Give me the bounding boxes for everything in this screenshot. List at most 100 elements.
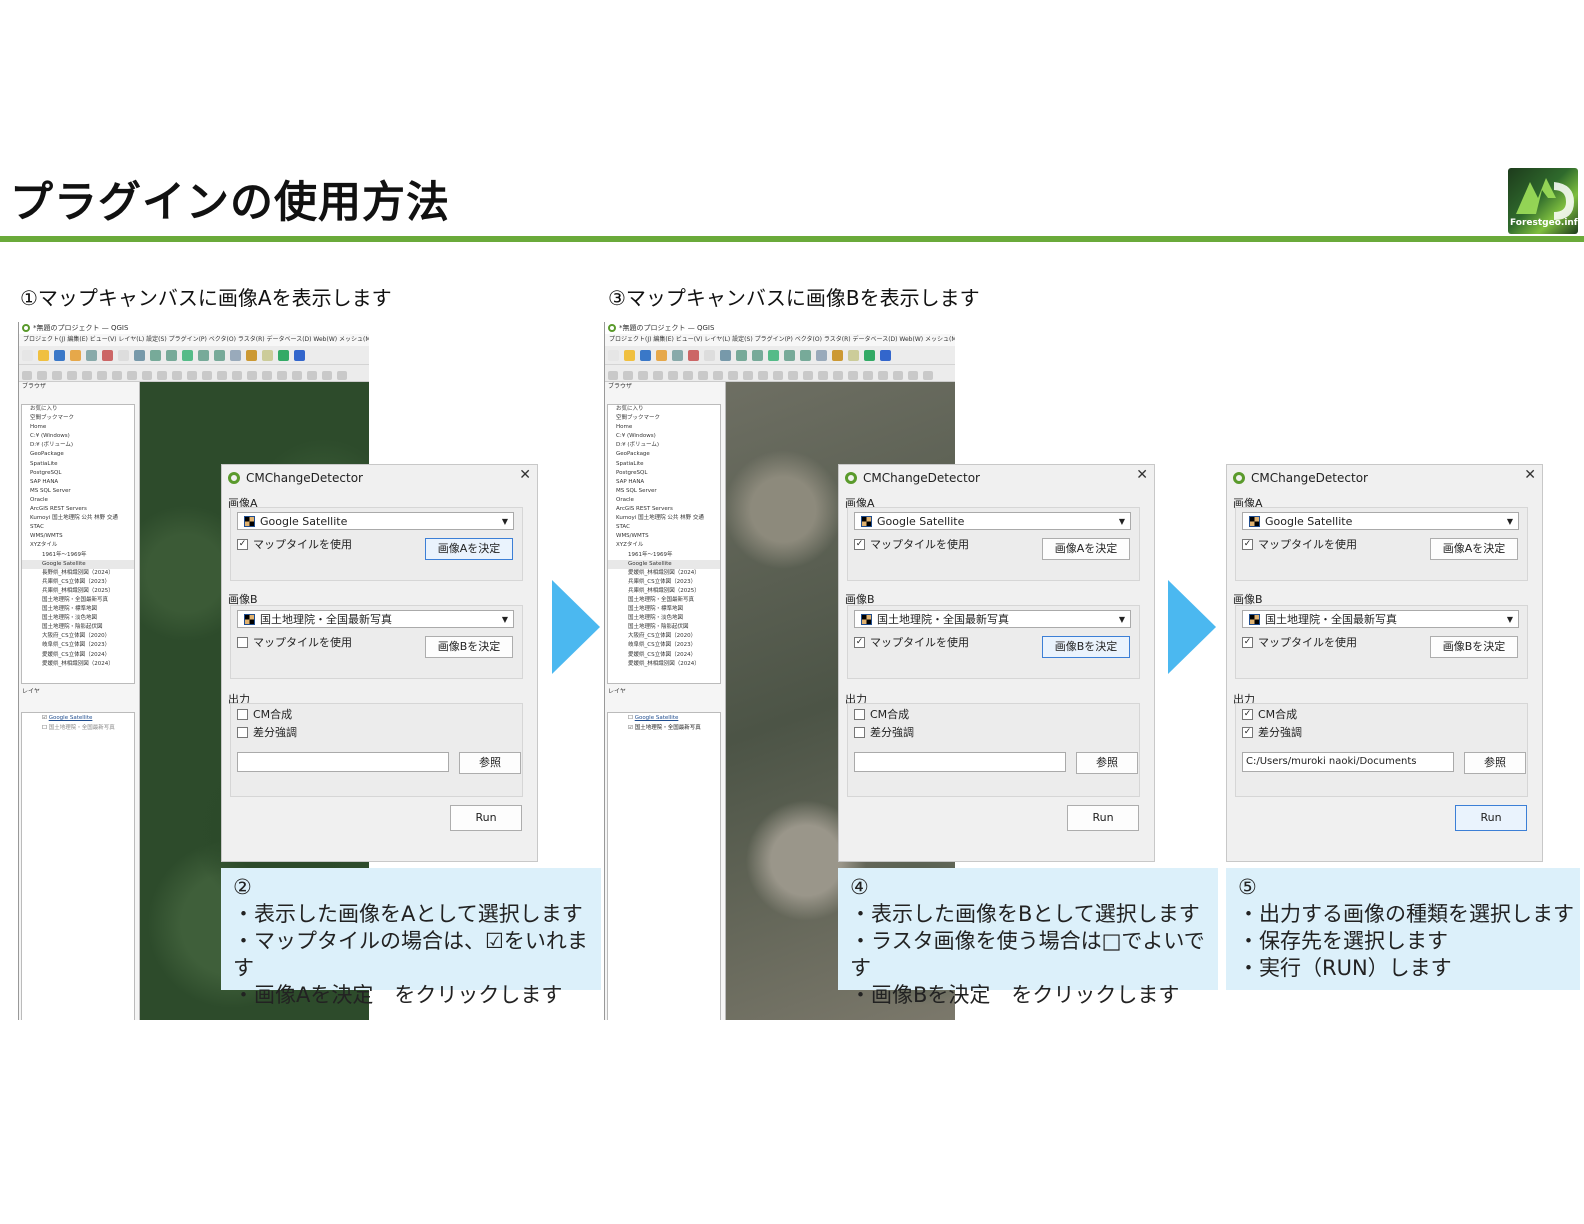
tree-item[interactable]: WMS/WMTS <box>608 532 720 541</box>
measure-icon[interactable] <box>262 350 273 361</box>
tree-item[interactable]: PostgreSQL <box>608 469 720 478</box>
zoom-layer-icon[interactable] <box>784 350 795 361</box>
use-map-tile-checkbox-b[interactable]: ✓ マップタイルを使用 <box>1242 636 1357 650</box>
xyz-item[interactable]: 国土地理院・全国最新写真 <box>22 596 134 605</box>
xyz-item[interactable]: Google Satellite <box>22 559 134 569</box>
tree-item[interactable]: MS SQL Server <box>608 487 720 496</box>
tree-item[interactable]: お気に入り <box>22 405 134 414</box>
cm-composite-checkbox[interactable]: CM合成 <box>237 708 292 722</box>
tree-item[interactable]: Kumoyi 国土地理院 公共 林野 交通 <box>22 514 134 523</box>
image-a-combo[interactable]: Google Satellite ▼ <box>854 512 1131 530</box>
tree-item[interactable]: GeoPackage <box>22 450 134 459</box>
decide-b-button[interactable]: 画像Bを決定 <box>1042 636 1130 658</box>
output-path-input[interactable] <box>237 752 449 772</box>
xyz-item[interactable]: 国土地理院・標準地図 <box>608 605 720 614</box>
tree-item[interactable]: Kumoyi 国土地理院 公共 林野 交通 <box>608 514 720 523</box>
xyz-item[interactable]: 1961年～1969年 <box>22 551 134 560</box>
print-icon[interactable] <box>656 350 667 361</box>
qgis-menubar[interactable]: プロジェクト(J) 編集(E) ビュー(V) レイヤ(L) 設定(S) プラグイ… <box>19 334 369 346</box>
close-icon[interactable]: ✕ <box>1136 467 1148 483</box>
select-icon[interactable] <box>278 350 289 361</box>
image-b-combo[interactable]: 国土地理院・全国最新写真 ▼ <box>237 610 514 628</box>
cm-composite-checkbox[interactable]: CM合成 <box>854 708 909 722</box>
attribute-table-icon[interactable] <box>880 350 891 361</box>
tree-item[interactable]: Oracle <box>608 496 720 505</box>
decide-b-button[interactable]: 画像Bを決定 <box>1430 636 1518 658</box>
select-icon[interactable] <box>864 350 875 361</box>
zoom-out-icon[interactable] <box>166 350 177 361</box>
xyz-item[interactable]: 兵庫県_CS立体図（2023） <box>608 578 720 587</box>
browse-button[interactable]: 参照 <box>459 752 521 774</box>
xyz-item[interactable]: 兵庫県_林相識別図（2025） <box>608 587 720 596</box>
xyz-item[interactable]: 愛媛県_林相識別図（2024） <box>608 569 720 578</box>
qgis-digitize-toolbar[interactable] <box>19 365 369 382</box>
tree-item[interactable]: SAP HANA <box>608 478 720 487</box>
zoom-layer-icon[interactable] <box>198 350 209 361</box>
xyz-item[interactable]: 国土地理院・淡色地図 <box>22 614 134 623</box>
zoom-full-icon[interactable] <box>182 350 193 361</box>
close-icon[interactable]: ✕ <box>1524 467 1536 483</box>
new-icon[interactable] <box>22 350 33 361</box>
tree-item[interactable]: Home <box>22 423 134 432</box>
tree-item[interactable]: XYZタイル <box>608 541 720 550</box>
run-button[interactable]: Run <box>450 805 522 831</box>
xyz-item[interactable]: 愛媛県_CS立体図（2024） <box>22 651 134 660</box>
save-icon[interactable] <box>640 350 651 361</box>
xyz-item[interactable]: 愛媛県_CS立体図（2024） <box>608 651 720 660</box>
save-icon[interactable] <box>54 350 65 361</box>
decide-a-button[interactable]: 画像Aを決定 <box>1042 538 1130 560</box>
print-icon[interactable] <box>70 350 81 361</box>
output-path-input[interactable]: C:/Users/muroki naoki/Documents <box>1242 752 1454 772</box>
zoom-selection-icon[interactable] <box>800 350 811 361</box>
tree-item[interactable]: SAP HANA <box>22 478 134 487</box>
zoom-last-icon[interactable] <box>816 350 827 361</box>
qgis-toolbar[interactable] <box>605 346 955 365</box>
decide-a-button[interactable]: 画像Aを決定 <box>425 538 513 560</box>
browse-button[interactable]: 参照 <box>1464 752 1526 774</box>
xyz-item[interactable]: 長野県_林相識別図（2024） <box>22 569 134 578</box>
attribute-table-icon[interactable] <box>294 350 305 361</box>
style-icon[interactable] <box>102 350 113 361</box>
pan-to-selection-icon[interactable] <box>134 350 145 361</box>
decide-a-button[interactable]: 画像Aを決定 <box>1430 538 1518 560</box>
xyz-item[interactable]: Google Satellite <box>608 559 720 569</box>
browser-tree[interactable]: お気に入り 空間ブックマーク Home C:¥ (Windows) D:¥ (ボ… <box>21 404 135 684</box>
qgis-digitize-toolbar[interactable] <box>605 365 955 382</box>
tree-item[interactable]: C:¥ (Windows) <box>608 432 720 441</box>
pan-to-selection-icon[interactable] <box>720 350 731 361</box>
tree-item[interactable]: SpatiaLite <box>608 460 720 469</box>
qgis-menubar[interactable]: プロジェクト(J) 編集(E) ビュー(V) レイヤ(L) 設定(S) プラグイ… <box>605 334 955 346</box>
layers-panel[interactable]: ☐ Google Satellite ☑ 国土地理院・全国最新写真 <box>607 712 721 1020</box>
xyz-item[interactable]: 大阪府_CS立体図（2020） <box>608 632 720 641</box>
use-map-tile-checkbox-a[interactable]: ✓ マップタイルを使用 <box>237 538 352 552</box>
layout-icon[interactable] <box>672 350 683 361</box>
tree-item[interactable]: PostgreSQL <box>22 469 134 478</box>
close-icon[interactable]: ✕ <box>519 467 531 483</box>
zoom-full-icon[interactable] <box>768 350 779 361</box>
image-a-combo[interactable]: Google Satellite ▼ <box>237 512 514 530</box>
image-b-combo[interactable]: 国土地理院・全国最新写真 ▼ <box>854 610 1131 628</box>
identify-icon[interactable] <box>832 350 843 361</box>
new-icon[interactable] <box>608 350 619 361</box>
diff-enhance-checkbox[interactable]: ✓ 差分強調 <box>1242 726 1302 740</box>
xyz-item[interactable]: 兵庫県_CS立体図（2023） <box>22 578 134 587</box>
tree-item[interactable]: C:¥ (Windows) <box>22 432 134 441</box>
use-map-tile-checkbox-a[interactable]: ✓ マップタイルを使用 <box>1242 538 1357 552</box>
zoom-selection-icon[interactable] <box>214 350 225 361</box>
tree-item[interactable]: Oracle <box>22 496 134 505</box>
diff-enhance-checkbox[interactable]: 差分強調 <box>854 726 914 740</box>
xyz-item[interactable]: 国土地理院・全国最新写真 <box>608 596 720 605</box>
tree-item[interactable]: STAC <box>608 523 720 532</box>
tree-item[interactable]: 空間ブックマーク <box>608 414 720 423</box>
pan-icon[interactable] <box>704 350 715 361</box>
tree-item[interactable]: GeoPackage <box>608 450 720 459</box>
style-icon[interactable] <box>688 350 699 361</box>
layer-row[interactable]: ☐ 国土地理院・全国最新写真 <box>22 723 134 733</box>
zoom-last-icon[interactable] <box>230 350 241 361</box>
xyz-item[interactable]: 兵庫県_林相識別図（2025） <box>22 587 134 596</box>
tree-item[interactable]: WMS/WMTS <box>22 532 134 541</box>
zoom-in-icon[interactable] <box>150 350 161 361</box>
decide-b-button[interactable]: 画像Bを決定 <box>425 636 513 658</box>
xyz-item[interactable]: 岐阜県_CS立体図（2023） <box>608 641 720 650</box>
identify-icon[interactable] <box>246 350 257 361</box>
